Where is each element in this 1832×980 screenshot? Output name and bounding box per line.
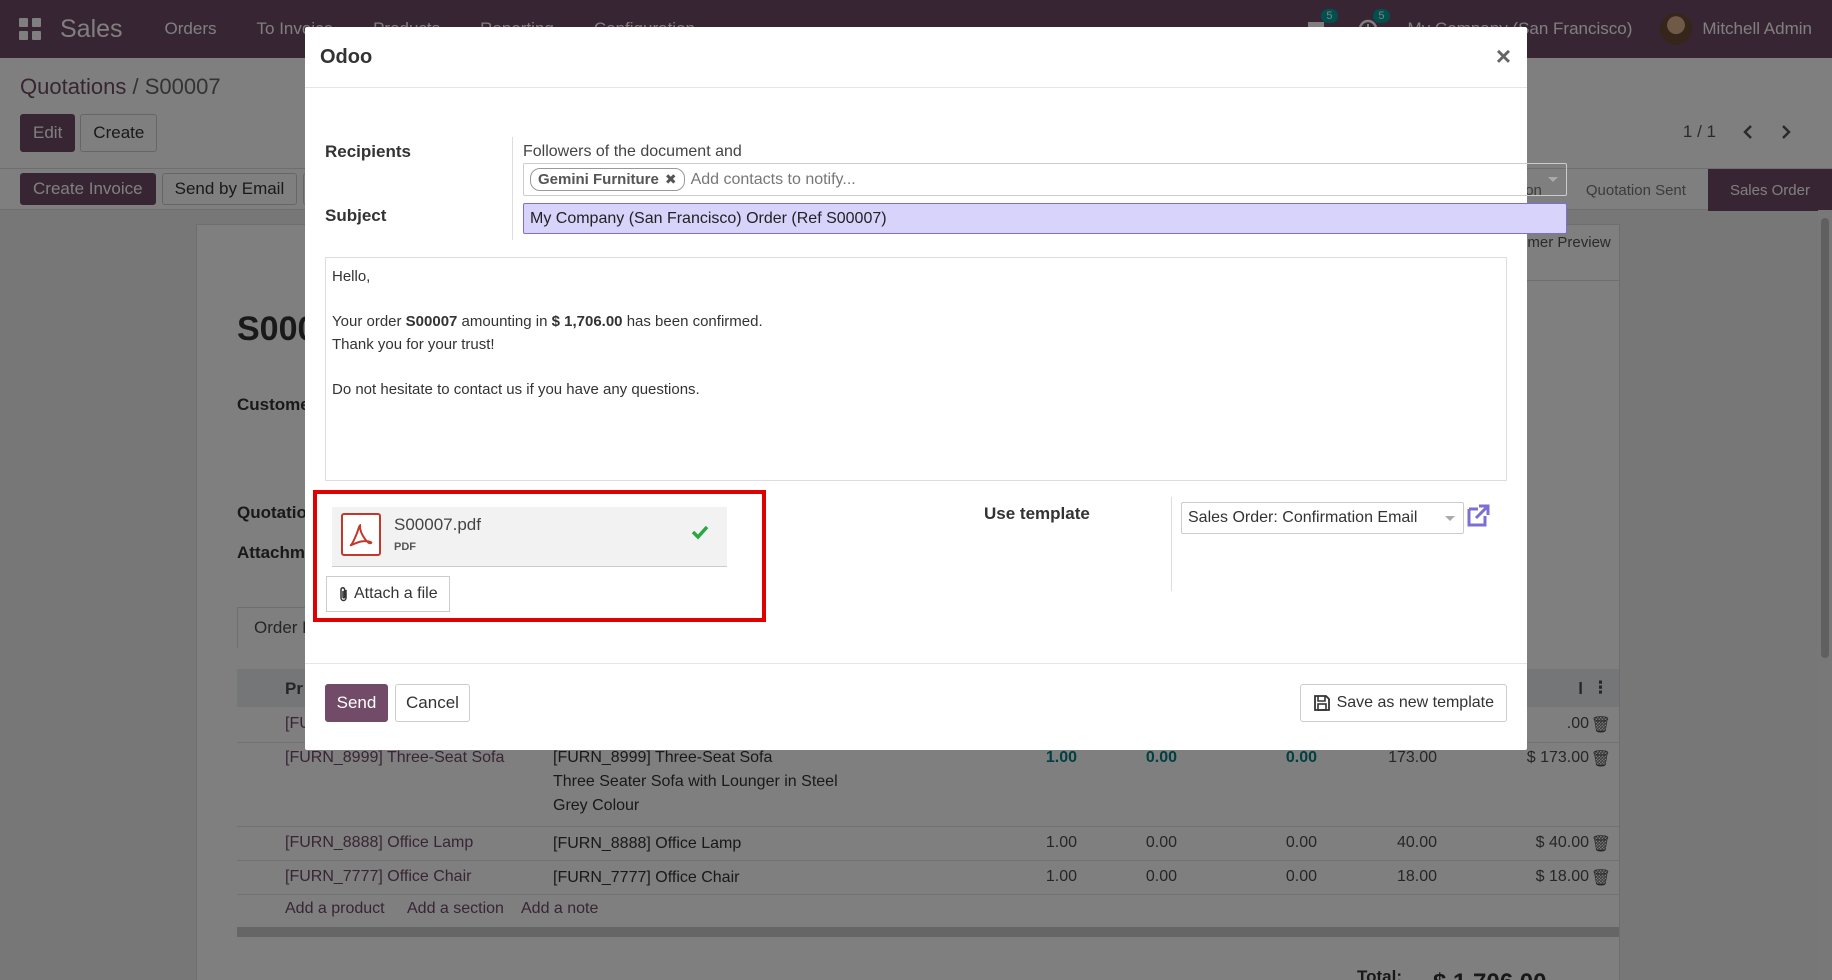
chevron-down-icon[interactable]: [1548, 177, 1558, 182]
recipient-tag: Gemini Furniture ✖: [530, 168, 685, 191]
use-template-label: Use template: [984, 504, 1090, 523]
body-contact: Do not hesitate to contact us if you hav…: [332, 380, 700, 398]
recipients-input[interactable]: Add contacts to notify...: [691, 171, 856, 189]
cancel-button[interactable]: Cancel: [395, 684, 470, 722]
followers-text: Followers of the document and: [523, 143, 742, 160]
field-separator: [1171, 497, 1172, 591]
recipients-label: Recipients: [325, 142, 411, 161]
template-value: Sales Order: Confirmation Email: [1188, 509, 1418, 526]
compose-email-dialog: Odoo × Recipients Subject Followers of t…: [305, 27, 1567, 750]
body-greeting: Hello,: [332, 268, 371, 285]
save-icon: [1313, 695, 1330, 711]
dialog-footer: Send Cancel Save as new template: [305, 663, 1527, 750]
subject-input[interactable]: My Company (San Francisco) Order (Ref S0…: [523, 203, 1567, 234]
save-as-template-label: Save as new template: [1336, 694, 1494, 711]
external-link-icon[interactable]: [1465, 503, 1491, 529]
highlight-box: [313, 490, 766, 622]
dialog-header: Odoo ×: [305, 27, 1527, 88]
subject-label: Subject: [325, 206, 387, 225]
save-as-template-button[interactable]: Save as new template: [1299, 684, 1507, 722]
close-icon[interactable]: ×: [1496, 41, 1511, 72]
email-body-editor[interactable]: Hello, Your order S00007 amounting in $ …: [325, 257, 1507, 481]
chevron-down-icon[interactable]: [1445, 516, 1455, 521]
body-thanks: Thank you for your trust!: [332, 335, 495, 353]
template-select[interactable]: Sales Order: Confirmation Email: [1181, 502, 1464, 534]
recipients-field[interactable]: Gemini Furniture ✖ Add contacts to notif…: [523, 163, 1567, 196]
tag-remove-icon[interactable]: ✖: [665, 171, 677, 188]
body-confirmation-line: Your order S00007 amounting in $ 1,706.0…: [332, 313, 763, 330]
field-separator: [512, 137, 513, 240]
dialog-title: Odoo: [320, 46, 373, 68]
send-button[interactable]: Send: [325, 684, 388, 722]
recipient-tag-label: Gemini Furniture: [538, 171, 659, 188]
